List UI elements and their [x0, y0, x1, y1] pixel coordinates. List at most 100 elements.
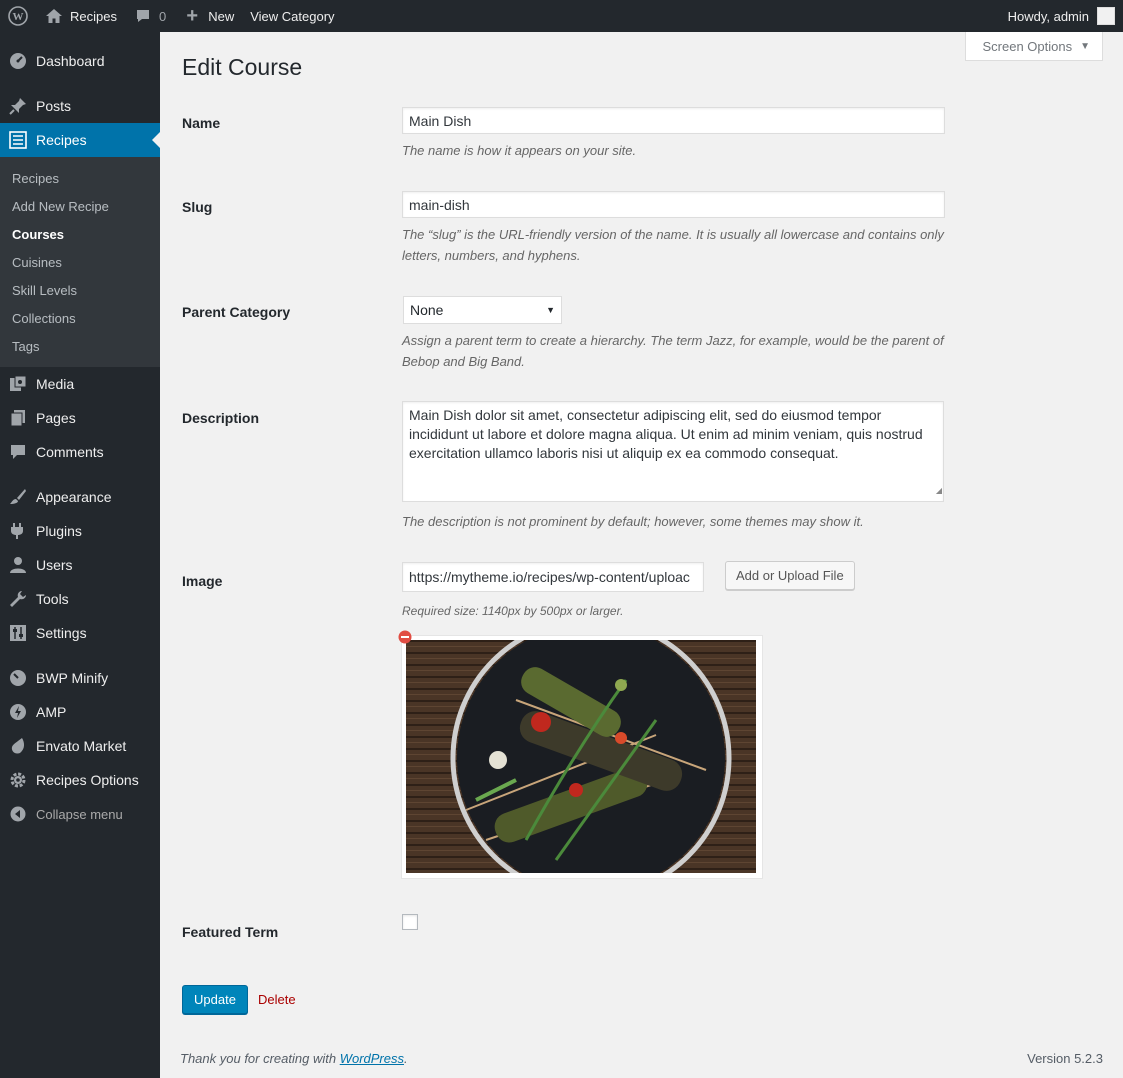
collapse-arrow-icon	[8, 804, 28, 824]
menu-users[interactable]: Users	[0, 548, 160, 582]
description-help: The description is not prominent by defa…	[402, 514, 864, 529]
my-account-menu[interactable]: Howdy, admin	[1008, 0, 1123, 32]
parent-category-select[interactable]: None ▼	[403, 296, 562, 324]
description-textarea[interactable]: Main Dish dolor sit amet, consectetur ad…	[402, 401, 944, 502]
menu-recipes-label: Recipes	[36, 132, 87, 148]
submenu-recipes[interactable]: Recipes	[0, 164, 160, 192]
remove-image-icon[interactable]	[398, 630, 412, 644]
delete-link[interactable]: Delete	[258, 992, 296, 1007]
screen-options-button[interactable]: Screen Options ▼	[965, 32, 1103, 61]
menu-media-label: Media	[36, 376, 75, 392]
name-label: Name	[182, 115, 221, 131]
comments-icon	[8, 442, 28, 462]
media-icon	[8, 374, 28, 394]
menu-tools-label: Tools	[36, 591, 69, 607]
menu-amp-label: AMP	[36, 704, 67, 720]
menu-dashboard[interactable]: Dashboard	[0, 44, 160, 78]
howdy-text: Howdy, admin	[1007, 8, 1089, 24]
submenu-tags[interactable]: Tags	[0, 332, 160, 360]
menu-plugins[interactable]: Plugins	[0, 514, 160, 548]
wordpress-logo-icon: W	[8, 6, 28, 26]
home-icon	[44, 6, 64, 26]
dropdown-arrow-icon: ▼	[546, 305, 555, 315]
version-text: Version 5.2.3	[1027, 1051, 1103, 1066]
menu-settings[interactable]: Settings	[0, 616, 160, 650]
slug-label: Slug	[182, 199, 213, 215]
main-content: Screen Options ▼ Edit Course Name Main D…	[160, 32, 1123, 1078]
menu-recipes-options-label: Recipes Options	[36, 772, 139, 788]
new-content-link[interactable]: + New	[174, 0, 242, 32]
site-name: Recipes	[70, 8, 117, 24]
paintbrush-icon	[8, 487, 28, 507]
add-upload-file-button[interactable]: Add or Upload File	[725, 561, 855, 590]
description-label: Description	[182, 410, 260, 426]
gauge-icon	[8, 668, 28, 688]
screen-options-label: Screen Options	[982, 38, 1073, 54]
amp-bolt-icon	[8, 702, 28, 722]
menu-posts[interactable]: Posts	[0, 89, 160, 123]
food-photo-image	[406, 617, 756, 899]
menu-comments-label: Comments	[36, 444, 104, 460]
menu-pages[interactable]: Pages	[0, 401, 160, 435]
description-text: Main Dish dolor sit amet, consectetur ad…	[409, 407, 923, 461]
menu-comments[interactable]: Comments	[0, 435, 160, 469]
collapse-menu-button[interactable]: Collapse menu	[0, 797, 160, 831]
pages-icon	[8, 408, 28, 428]
admin-sidebar: Dashboard Posts Recipes Recipes Add New …	[0, 32, 160, 1078]
resize-handle-icon[interactable]: ◢	[936, 481, 942, 500]
menu-recipes[interactable]: Recipes	[0, 123, 160, 157]
menu-bwp-minify-label: BWP Minify	[36, 670, 109, 686]
menu-envato-market-label: Envato Market	[36, 738, 127, 754]
submenu-collections[interactable]: Collections	[0, 304, 160, 332]
parent-category-description: Assign a parent term to create a hierarc…	[402, 333, 944, 369]
svg-text:W: W	[13, 11, 24, 23]
list-icon	[8, 130, 28, 150]
plug-icon	[8, 521, 28, 541]
plus-icon: +	[186, 4, 199, 27]
parent-category-label: Parent Category	[182, 304, 291, 320]
submenu-skill-levels[interactable]: Skill Levels	[0, 276, 160, 304]
recipes-submenu: Recipes Add New Recipe Courses Cuisines …	[0, 157, 160, 367]
comments-link[interactable]: 0	[125, 0, 174, 32]
menu-tools[interactable]: Tools	[0, 582, 160, 616]
menu-appearance-label: Appearance	[36, 489, 112, 505]
menu-envato-market[interactable]: Envato Market	[0, 729, 160, 763]
menu-pages-label: Pages	[36, 410, 76, 426]
view-category-label: View Category	[250, 8, 335, 24]
wrench-icon	[8, 589, 28, 609]
submenu-courses[interactable]: Courses	[0, 220, 160, 248]
featured-term-checkbox[interactable]	[402, 914, 418, 930]
site-name-link[interactable]: Recipes	[36, 0, 125, 32]
menu-media[interactable]: Media	[0, 367, 160, 401]
menu-bwp-minify[interactable]: BWP Minify	[0, 661, 160, 695]
pushpin-icon	[8, 96, 28, 116]
image-label: Image	[182, 573, 223, 589]
page-title: Edit Course	[182, 54, 303, 80]
menu-recipes-options[interactable]: Recipes Options	[0, 763, 160, 797]
menu-amp[interactable]: AMP	[0, 695, 160, 729]
menu-users-label: Users	[36, 557, 73, 573]
image-url-input[interactable]: https://mytheme.io/recipes/wp-content/up…	[402, 562, 704, 592]
image-size-help: Required size: 1140px by 500px or larger…	[402, 604, 624, 618]
featured-term-label: Featured Term	[182, 924, 279, 940]
submenu-add-new-recipe[interactable]: Add New Recipe	[0, 192, 160, 220]
update-button[interactable]: Update	[182, 985, 248, 1014]
menu-posts-label: Posts	[36, 98, 72, 114]
wordpress-link[interactable]: WordPress	[340, 1051, 404, 1066]
image-preview	[401, 617, 763, 899]
menu-appearance[interactable]: Appearance	[0, 480, 160, 514]
menu-dashboard-label: Dashboard	[36, 53, 105, 69]
submenu-cuisines[interactable]: Cuisines	[0, 248, 160, 276]
name-input[interactable]: Main Dish	[402, 107, 945, 134]
view-category-link[interactable]: View Category	[242, 0, 342, 32]
collapse-menu-label: Collapse menu	[36, 806, 123, 822]
caret-down-icon: ▼	[1080, 40, 1090, 52]
parent-category-value: None	[410, 302, 444, 318]
new-label: New	[208, 8, 235, 24]
wordpress-logo-menu[interactable]: W	[0, 0, 36, 32]
slug-description: The “slug” is the URL-friendly version o…	[402, 227, 944, 263]
slug-input[interactable]: main-dish	[402, 191, 945, 218]
comments-count: 0	[158, 8, 167, 24]
footer-thanks-suffix: .	[404, 1051, 408, 1066]
user-icon	[8, 555, 28, 575]
